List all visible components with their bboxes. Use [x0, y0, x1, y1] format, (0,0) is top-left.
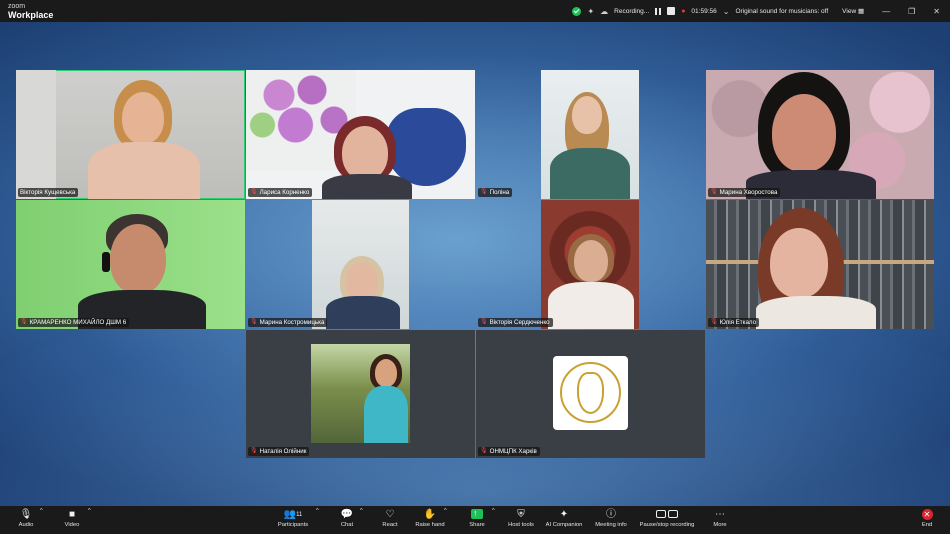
- minimize-icon[interactable]: —: [882, 7, 890, 16]
- shield-icon: ⛨: [517, 509, 525, 520]
- app-logo: zoom Workplace: [8, 2, 53, 20]
- organization-logo: [553, 356, 628, 430]
- chevron-down-icon[interactable]: ⌄: [723, 7, 730, 16]
- meeting-status: ✦ ☁ Recording... ● 01:59:56 ⌄ Original s…: [572, 0, 950, 22]
- original-sound-status[interactable]: Original sound for musicians: off: [735, 8, 828, 15]
- meeting-info-button[interactable]: ⓘ Meeting info: [594, 508, 628, 534]
- theatre-mask-logo: [386, 108, 466, 186]
- video-tile[interactable]: 🎙 Марина Костромицька: [246, 200, 475, 329]
- pause-recording-icon[interactable]: [655, 7, 662, 15]
- host-tools-button[interactable]: ⛨ Host tools: [506, 508, 536, 534]
- video-tile[interactable]: 🎙 Поліна: [476, 70, 705, 199]
- video-tile[interactable]: 🎙 Лариса Корненко: [246, 70, 475, 199]
- video-button[interactable]: ■ Video: [60, 508, 84, 534]
- participant-name-tag: 🎙 Поліна: [478, 188, 513, 197]
- chat-options-caret[interactable]: ^: [360, 508, 363, 534]
- more-button[interactable]: ⋯ More: [710, 508, 730, 534]
- video-tile[interactable]: 🎙 КРАМАРЕНКО МИХАЙЛО ДШМ 6: [16, 200, 245, 329]
- title-bar: zoom Workplace ✦ ☁ Recording... ● 01:59:…: [0, 0, 950, 22]
- view-button[interactable]: View ▦: [842, 7, 864, 15]
- pause-stop-recording-button[interactable]: Pause/stop recording: [638, 508, 696, 534]
- chat-icon: 💬: [340, 509, 354, 520]
- video-gallery: Вікторія Кущевська 🎙 Лариса Корненко 🎙 П…: [0, 22, 950, 506]
- participants-options-caret[interactable]: ^: [316, 508, 319, 534]
- participant-name-tag: 🎙 ОНМЦПК Харків: [478, 447, 540, 456]
- share-screen-icon: [471, 506, 483, 520]
- hand-icon: ✋: [423, 509, 437, 520]
- participants-count: 11: [296, 512, 303, 518]
- ai-companion-button[interactable]: ✦ AI Companion: [544, 508, 584, 534]
- muted-mic-icon: 🎙: [20, 319, 28, 325]
- video-tile[interactable]: 🎙 Наталія Олійник: [246, 330, 475, 458]
- grid-icon: ▦: [857, 8, 865, 15]
- meeting-controls: 🎙 Audio ^ ■ Video ^ 👥11 Participants ^ 💬…: [0, 506, 950, 534]
- muted-mic-icon: 🎙: [480, 448, 488, 454]
- video-tile[interactable]: 🎙 ОНМЦПК Харків: [476, 330, 705, 458]
- raise-hand-options-caret[interactable]: ^: [444, 508, 447, 534]
- logo-workplace: Workplace: [8, 10, 54, 20]
- sparkle-icon: ✦: [559, 509, 569, 520]
- muted-mic-icon: 🎙: [480, 319, 488, 325]
- video-tile[interactable]: 🎙 Юлія Еткало: [706, 200, 934, 329]
- raise-hand-button[interactable]: ✋ Raise hand: [414, 508, 446, 534]
- muted-mic-icon: 🎙: [710, 319, 718, 325]
- muted-mic-icon: 🎙: [19, 509, 33, 520]
- audio-options-caret[interactable]: ^: [40, 508, 43, 534]
- muted-mic-icon: 🎙: [480, 189, 488, 195]
- participant-name-tag: Вікторія Кущевська: [18, 188, 79, 197]
- react-button[interactable]: ♡ React: [378, 508, 402, 534]
- recording-label: Recording...: [614, 7, 650, 15]
- participant-name-tag: 🎙 Марина Хворостова: [708, 188, 781, 197]
- stop-recording-icon: [668, 510, 679, 519]
- muted-mic-icon: 🎙: [250, 448, 258, 454]
- info-icon: ⓘ: [606, 509, 616, 520]
- stop-recording-icon[interactable]: [667, 7, 676, 15]
- video-tile[interactable]: Вікторія Кущевська: [16, 70, 245, 199]
- participant-name-tag: 🎙 Наталія Олійник: [248, 447, 310, 456]
- participant-name-tag: 🎙 Марина Костромицька: [248, 318, 328, 327]
- people-icon: 👥: [283, 509, 297, 520]
- muted-mic-icon: 🎙: [710, 189, 718, 195]
- participants-button[interactable]: 👥11 Participants: [276, 508, 310, 534]
- restore-icon[interactable]: ❐: [908, 7, 915, 16]
- more-dots-icon: ⋯: [715, 509, 725, 520]
- recording-dot-icon: ●: [681, 7, 686, 15]
- participant-name-tag: 🎙 Лариса Корненко: [248, 188, 313, 197]
- headset-icon: [102, 252, 110, 272]
- participant-name-tag: 🎙 Вікторія Сердюченко: [478, 318, 553, 327]
- chat-button[interactable]: 💬 Chat: [336, 508, 358, 534]
- video-options-caret[interactable]: ^: [88, 508, 91, 534]
- encryption-shield-icon[interactable]: [572, 6, 582, 16]
- sparkle-icon[interactable]: ✦: [587, 7, 594, 16]
- view-label: View: [842, 8, 857, 15]
- video-off-icon: ■: [68, 509, 76, 520]
- end-meeting-button[interactable]: ✕ End: [918, 508, 936, 534]
- close-icon[interactable]: ✕: [933, 7, 940, 16]
- meeting-timer: 01:59:56: [691, 7, 717, 15]
- pause-recording-icon: [655, 510, 666, 519]
- heart-icon: ♡: [385, 509, 395, 520]
- audio-button[interactable]: 🎙 Audio: [14, 508, 38, 534]
- muted-mic-icon: 🎙: [250, 319, 258, 325]
- share-options-caret[interactable]: ^: [492, 508, 495, 534]
- video-tile[interactable]: 🎙 Марина Хворостова: [706, 70, 934, 199]
- video-tile[interactable]: 🎙 Вікторія Сердюченко: [476, 200, 705, 329]
- close-icon: ✕: [921, 508, 933, 520]
- participant-name-tag: 🎙 КРАМАРЕНКО МИХАЙЛО ДШМ 6: [18, 318, 130, 327]
- share-button[interactable]: Share: [466, 506, 488, 534]
- participant-name-tag: 🎙 Юлія Еткало: [708, 318, 760, 327]
- muted-mic-icon: 🎙: [250, 189, 258, 195]
- cloud-icon: ☁: [600, 6, 609, 16]
